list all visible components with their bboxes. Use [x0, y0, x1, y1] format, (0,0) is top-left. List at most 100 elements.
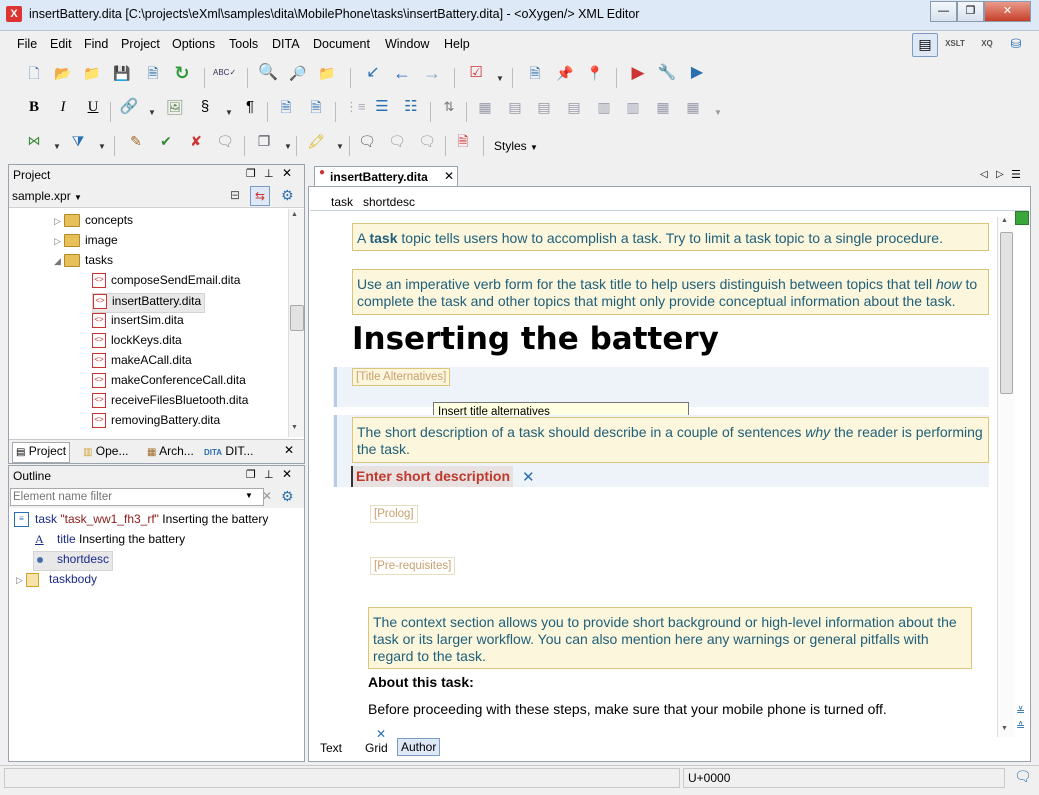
delete-row-icon[interactable]: ▤ [564, 97, 584, 117]
tree-file[interactable]: <> receiveFilesBluetooth.dita [92, 393, 248, 411]
debug-icon[interactable]: ▶ [687, 63, 707, 83]
tree-folder-concepts[interactable]: ▷ concepts [54, 213, 133, 231]
outline-node-title[interactable]: Atitle Inserting the battery [35, 532, 185, 550]
menu-tools[interactable]: Tools [229, 37, 258, 51]
section-icon[interactable]: § [195, 97, 215, 117]
editor-tab[interactable]: ● insertBattery.dita ✕ [314, 166, 458, 187]
app-logo-icon[interactable]: X [6, 6, 22, 22]
open-folder-icon[interactable]: 📂 [53, 63, 73, 83]
tab-prev-icon[interactable]: ◁ [980, 169, 988, 180]
find-in-folder-icon[interactable]: 📁 [317, 63, 337, 83]
tab-next-icon[interactable]: ▷ [996, 169, 1004, 180]
forward-icon[interactable]: → [422, 63, 442, 83]
open-url-icon[interactable]: 📁 [82, 63, 102, 83]
minimize-button[interactable]: — [930, 1, 957, 22]
profiling-dropdown-icon[interactable]: ▼ [53, 142, 61, 151]
project-file-selector[interactable]: sample.xpr ▼ [12, 189, 82, 203]
tab-open-files[interactable]: ▥ Ope... [83, 444, 128, 458]
menu-document[interactable]: Document [313, 37, 370, 51]
insert-image-icon[interactable]: 🖼 [165, 97, 185, 117]
editor-scrollbar[interactable]: ▲ ▼ [997, 217, 1014, 737]
remove-comment-icon[interactable]: 🗨 [417, 131, 437, 151]
edit-comment-icon[interactable]: 🗨 [387, 131, 407, 151]
table-dropdown-icon[interactable]: ▼ [714, 108, 722, 117]
dl-list-icon[interactable]: ⋮≡ [345, 97, 366, 117]
codephrase-icon[interactable]: 🗎 [306, 97, 326, 117]
validate-icon[interactable]: ☑ [466, 63, 486, 83]
pin-panel-icon[interactable]: ⊥ [264, 167, 274, 180]
link-with-editor-icon[interactable]: ⇆ [250, 186, 270, 206]
new-document-icon[interactable]: 🗋 [24, 63, 44, 83]
tree-file[interactable]: <> insertSim.dita [92, 313, 184, 331]
styles-dropdown[interactable]: Styles ▼ [494, 139, 538, 153]
menu-options[interactable]: Options [172, 37, 215, 51]
apply-transformation-icon[interactable]: ▶ [628, 63, 648, 83]
menu-edit[interactable]: Edit [50, 37, 72, 51]
clear-filter-icon[interactable]: ✕ [262, 489, 272, 503]
tree-file[interactable]: <> removingBattery.dita [92, 413, 220, 431]
accept-change-icon[interactable]: ✔ [156, 131, 176, 151]
section-dropdown-icon[interactable]: ▼ [225, 108, 233, 117]
scroll-thumb[interactable] [1000, 232, 1013, 394]
underline-icon[interactable]: U [83, 97, 103, 117]
find-in-files-icon[interactable]: 🔎 [288, 63, 308, 83]
add-comment-icon[interactable]: 🗨 [357, 131, 377, 151]
collapse-icon[interactable]: ◢ [54, 256, 64, 267]
comment-change-icon[interactable]: 🗨 [215, 131, 235, 151]
element-filter-input[interactable] [10, 488, 264, 506]
tree-file-selected[interactable]: <> insertBattery.dita [92, 293, 206, 313]
insert-column-icon[interactable]: ▥ [594, 97, 614, 117]
insert-row-below-icon[interactable]: ▤ [534, 97, 554, 117]
mode-tab-text[interactable]: Text [320, 741, 342, 755]
tree-file[interactable]: <> makeACall.dita [92, 353, 192, 371]
about-text[interactable]: Before proceeding with these steps, make… [368, 701, 887, 717]
menu-window[interactable]: Window [385, 37, 429, 51]
outline-node-task[interactable]: ≡ task "task_ww1_fh3_rf" Inserting the ba… [14, 512, 268, 530]
spellcheck-icon[interactable]: ABC✓ [213, 63, 236, 83]
tree-file[interactable]: <> makeConferenceCall.dita [92, 373, 246, 391]
mode-tab-grid[interactable]: Grid [365, 741, 388, 755]
expand-icon[interactable]: ▷ [54, 216, 64, 227]
expand-all-icon[interactable]: ≙ [1016, 720, 1025, 733]
tab-archive[interactable]: ▦ Arch... [147, 444, 194, 458]
bold-icon[interactable]: B [24, 97, 44, 117]
transform-icon[interactable]: 🗎 [525, 63, 545, 83]
insert-table-icon[interactable]: ▦ [475, 97, 495, 117]
table-properties-icon[interactable]: ▦ [653, 97, 673, 117]
track-changes-icon[interactable]: ✎ [126, 131, 146, 151]
scroll-up-icon[interactable]: ▲ [291, 211, 298, 218]
close-button[interactable]: ✕ [984, 1, 1031, 22]
highlight-dropdown-icon[interactable]: ▼ [336, 142, 344, 151]
find-icon[interactable]: 🔍 [258, 63, 278, 83]
sort-icon[interactable]: ⇅ [439, 97, 459, 117]
filter-dropdown-icon[interactable]: ▼ [245, 491, 253, 500]
menu-find[interactable]: Find [84, 37, 108, 51]
manage-changes-icon[interactable]: ❐ [254, 131, 274, 151]
join-cells-icon[interactable]: ▦ [683, 97, 703, 117]
menu-file[interactable]: File [17, 37, 37, 51]
scroll-thumb[interactable] [290, 305, 304, 331]
restore-panel-icon[interactable]: ❐ [246, 167, 256, 180]
pin-panel-icon[interactable]: ⊥ [264, 468, 274, 481]
outline-settings-icon[interactable]: ⚙ [281, 488, 294, 505]
outline-node-shortdesc-selected[interactable]: shortdesc [33, 551, 114, 571]
insert-row-above-icon[interactable]: ▤ [505, 97, 525, 117]
menu-project[interactable]: Project [121, 37, 160, 51]
close-tab-icon[interactable]: ✕ [444, 169, 454, 183]
breadcrumb-shortdesc[interactable]: shortdesc [363, 195, 415, 209]
ordered-list-icon[interactable]: ☷ [401, 97, 421, 117]
remove-element-icon[interactable]: ✕ [522, 468, 535, 486]
project-scrollbar[interactable]: ▲ ▼ [288, 209, 304, 437]
highlight-icon[interactable]: 🖍 [306, 131, 326, 151]
unordered-list-icon[interactable]: ☰ [372, 97, 392, 117]
document-heading[interactable]: Inserting the battery [352, 321, 719, 357]
import-icon[interactable]: ↙ [363, 63, 383, 83]
tree-file[interactable]: <> lockKeys.dita [92, 333, 182, 351]
expand-icon[interactable]: ▷ [16, 575, 26, 586]
reload-icon[interactable]: ↻ [172, 63, 192, 83]
paragraph-icon[interactable]: ¶ [240, 97, 260, 117]
save-all-icon[interactable]: 🗎 [143, 63, 163, 83]
expand-icon[interactable]: ▷ [54, 236, 64, 247]
italic-icon[interactable]: I [53, 97, 73, 117]
mode-tab-author[interactable]: Author [397, 738, 441, 756]
